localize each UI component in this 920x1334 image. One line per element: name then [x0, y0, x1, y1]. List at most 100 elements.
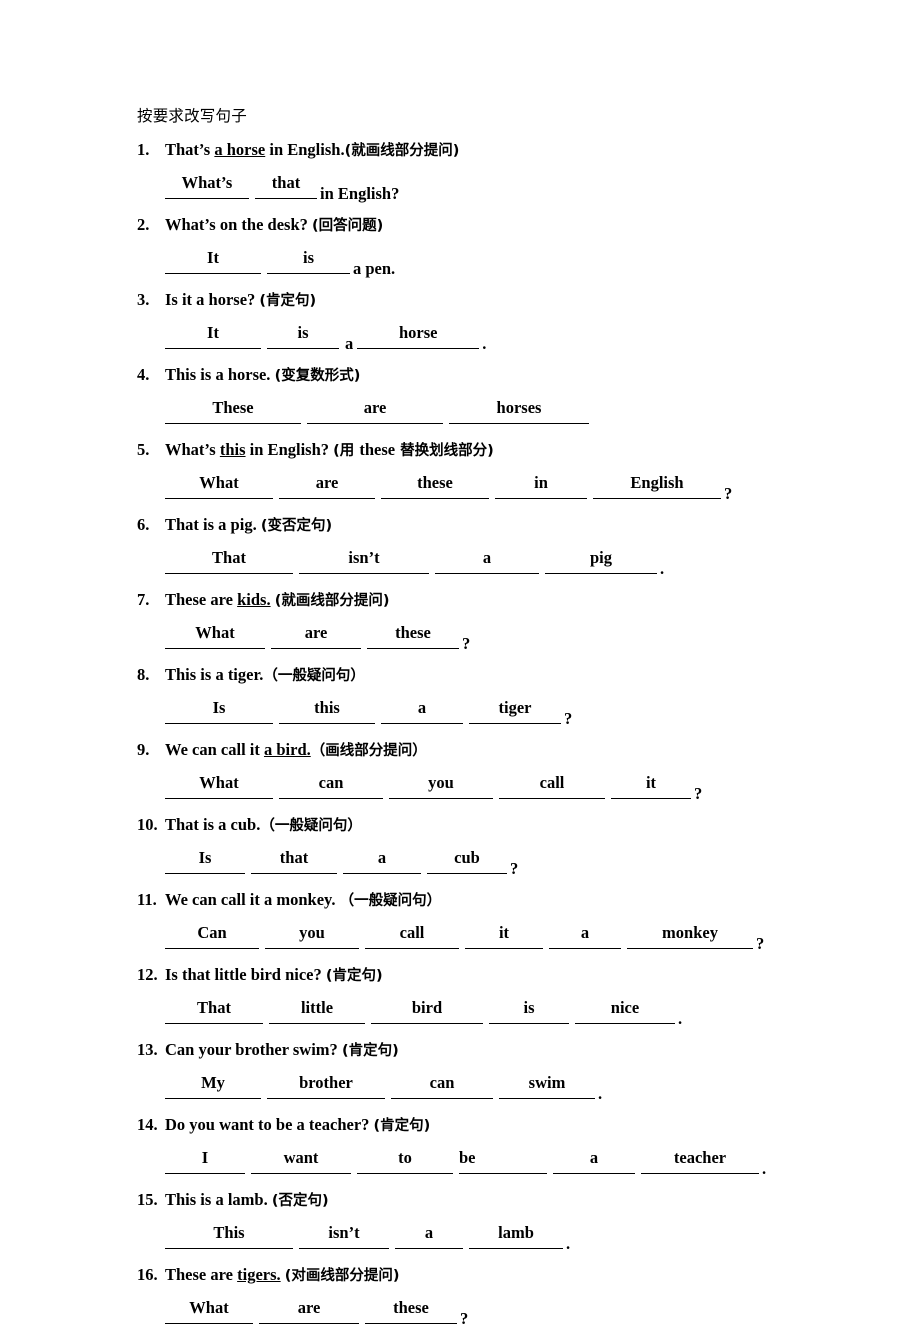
exercise-sentence: This is a horse. [165, 365, 275, 384]
exercise-sentence: This is a tiger. [165, 665, 263, 684]
answer-blank[interactable]: these [381, 467, 489, 500]
exercise-answer-line: These are horses [165, 392, 920, 434]
answer-blank[interactable]: Is [165, 692, 273, 725]
exercise-number: 16. [137, 1265, 158, 1285]
answer-blank[interactable]: be [459, 1142, 547, 1175]
sentence-text: That is a cub. [165, 815, 261, 835]
answer-trailing-text: . [762, 1159, 767, 1179]
answer-blank[interactable]: are [307, 392, 443, 425]
sentence-text: That is a pig. [165, 515, 261, 535]
answer-blank[interactable]: a [343, 842, 421, 875]
answer-blank[interactable]: it [465, 917, 543, 950]
answer-blank[interactable]: is [489, 992, 569, 1025]
answer-blank[interactable]: a [553, 1142, 635, 1175]
exercise-hint: (肯定句) [373, 1118, 431, 1135]
answer-blank[interactable]: are [271, 617, 361, 650]
answer-blank[interactable]: a [395, 1217, 463, 1250]
answer-blank[interactable]: It [165, 242, 261, 275]
sentence-text: This is a horse. [165, 365, 275, 385]
answer-blank[interactable]: I [165, 1142, 245, 1175]
answer-blank[interactable]: brother [267, 1067, 385, 1100]
answer-trailing-text: ? [460, 1309, 469, 1329]
exercise-number: 15. [137, 1190, 158, 1210]
answer-blank[interactable]: bird [371, 992, 483, 1025]
answer-blank[interactable]: My [165, 1067, 261, 1100]
exercise-answer-line: It isa pen. [165, 242, 920, 284]
exercise-number: 4. [137, 365, 150, 385]
answer-blank[interactable]: are [279, 467, 375, 500]
answer-blank[interactable]: teacher [641, 1142, 759, 1175]
answer-blank[interactable]: little [269, 992, 365, 1025]
answer-blank[interactable]: this [279, 692, 375, 725]
answer-blank[interactable]: That [165, 542, 293, 575]
answer-blank[interactable]: isn’t [299, 542, 429, 575]
answer-blank[interactable]: can [391, 1067, 493, 1100]
answer-blank[interactable]: call [365, 917, 459, 950]
answer-blank[interactable]: This [165, 1217, 293, 1250]
answer-blank[interactable]: these [367, 617, 459, 650]
exercise-item: 3. Is it a horse? (肯定句) It isahorse. [0, 284, 920, 359]
exercise-sentence: Do you want to be a teacher? [165, 1115, 374, 1134]
exercise-answer-line: Can you call it a monkey? [165, 917, 920, 959]
answer-blank[interactable]: swim [499, 1067, 595, 1100]
answer-blank[interactable]: you [265, 917, 359, 950]
exercise-number: 7. [137, 590, 150, 610]
exercise-answer-line: It isahorse. [165, 317, 920, 359]
exercise-prompt: 9. We can call it a bird.（画线部分提问） [137, 734, 920, 767]
answer-blank[interactable]: in [495, 467, 587, 500]
exercise-hint: (变否定句) [260, 518, 333, 535]
answer-blank[interactable]: a [435, 542, 539, 575]
answer-blank[interactable]: call [499, 767, 605, 800]
exercise-item: 12. Is that little bird nice? (肯定句) That li… [0, 959, 920, 1034]
answer-blank[interactable]: these [365, 1292, 457, 1325]
answer-blank[interactable]: a [381, 692, 463, 725]
answer-blank[interactable]: nice [575, 992, 675, 1025]
answer-blank[interactable]: cub [427, 842, 507, 875]
answer-blank[interactable]: Is [165, 842, 245, 875]
answer-blank[interactable]: a [549, 917, 621, 950]
answer-blank[interactable]: It [165, 317, 261, 350]
answer-blank[interactable]: isn’t [299, 1217, 389, 1250]
sentence-text-post: in English. [265, 140, 345, 160]
answer-blank[interactable]: it [611, 767, 691, 800]
answer-trailing-text: a pen. [353, 259, 396, 279]
answer-blank[interactable]: you [389, 767, 493, 800]
exercise-hint: (肯定句) [259, 293, 317, 310]
answer-blank[interactable]: What [165, 1292, 253, 1325]
exercise-item: 11. We can call it a monkey. （一般疑问句） Can yo… [0, 884, 920, 959]
exercise-prompt: 6. That is a pig. (变否定句) [137, 509, 920, 542]
answer-blank[interactable]: What [165, 617, 265, 650]
answer-blank[interactable]: horse [357, 317, 480, 350]
answer-blank[interactable]: What [165, 767, 273, 800]
exercise-hint-keyword: these [359, 440, 396, 460]
answer-blank[interactable]: Can [165, 917, 259, 950]
answer-blank[interactable]: is [267, 317, 339, 350]
answer-blank[interactable]: want [251, 1142, 351, 1175]
answer-blank[interactable]: lamb [469, 1217, 563, 1250]
answer-blank[interactable]: pig [545, 542, 657, 575]
answer-blank[interactable]: What’s [165, 167, 249, 200]
answer-blank[interactable]: can [279, 767, 383, 800]
answer-blank[interactable]: that [251, 842, 337, 875]
answer-blank[interactable]: to [357, 1142, 453, 1175]
answer-blank[interactable]: is [267, 242, 350, 275]
sentence-underlined-part: kids. [237, 590, 271, 610]
exercise-number: 3. [137, 290, 150, 310]
sentence-text: These are [165, 590, 238, 610]
exercise-prompt: 3. Is it a horse? (肯定句) [137, 284, 920, 317]
exercise-item: 10. That is a cub.（一般疑问句） Is that a cub? [0, 809, 920, 884]
answer-blank[interactable]: That [165, 992, 263, 1025]
exercise-sentence: That is a cub. [165, 815, 260, 834]
answer-blank[interactable]: tiger [469, 692, 561, 725]
exercise-sentence: What’s on the desk? [165, 215, 312, 234]
answer-blank[interactable]: What [165, 467, 273, 500]
answer-blank[interactable]: horses [449, 392, 589, 425]
sentence-text: This is a lamb. [165, 1190, 272, 1210]
answer-blank[interactable]: These [165, 392, 301, 425]
sentence-text: Do you want to be a teacher? [165, 1115, 374, 1135]
answer-blank[interactable]: English [593, 467, 721, 500]
exercise-prompt: 1. That’s a horse in English.(就画线部分提问) [137, 134, 920, 167]
answer-blank[interactable]: monkey [627, 917, 753, 950]
answer-blank[interactable]: that [255, 167, 317, 200]
answer-blank[interactable]: are [259, 1292, 359, 1325]
